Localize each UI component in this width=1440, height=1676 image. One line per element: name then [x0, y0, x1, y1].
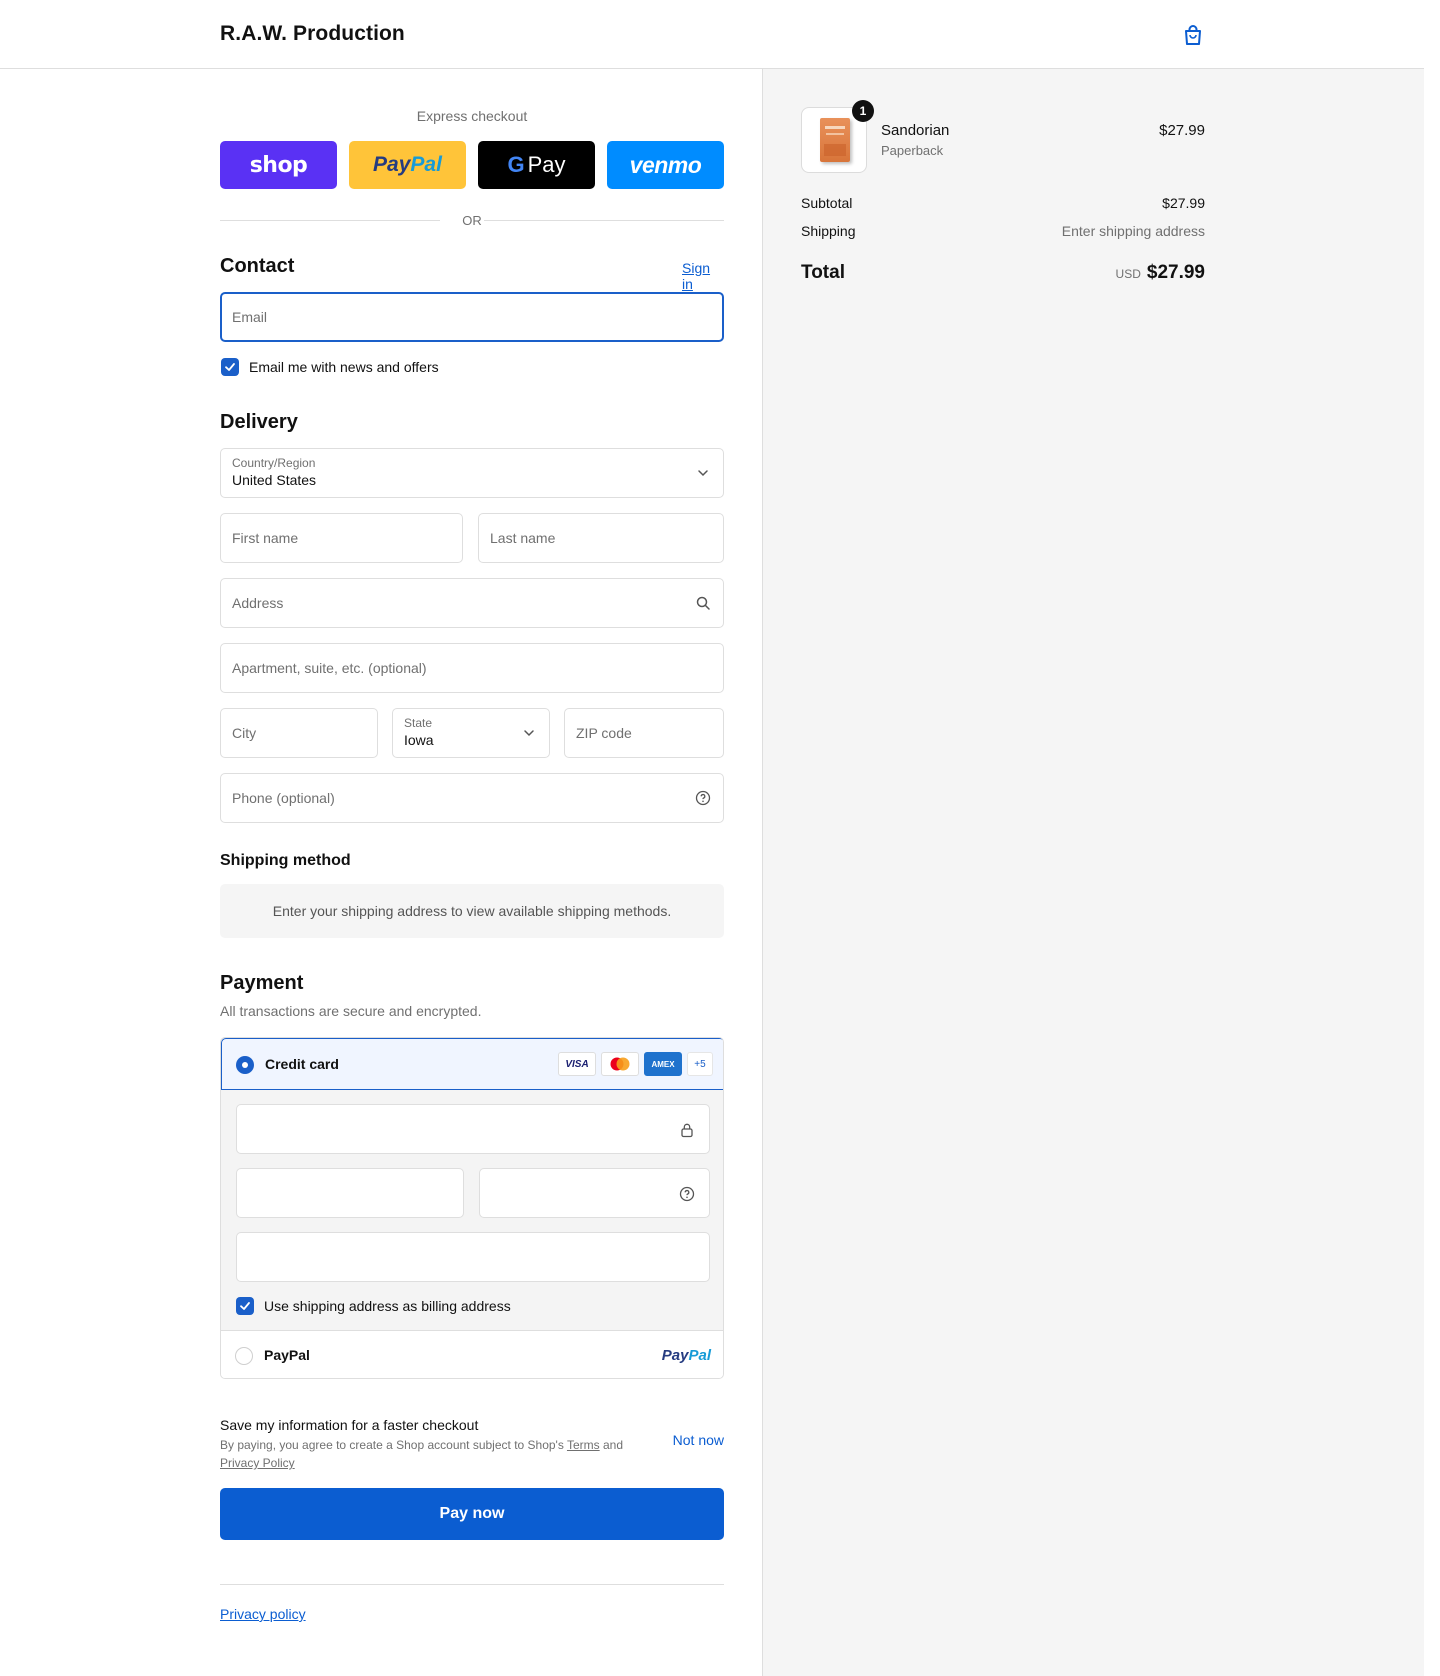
- paypal-express-button[interactable]: Pay Pal: [349, 141, 466, 189]
- credit-card-label: Credit card: [265, 1056, 339, 1072]
- country-value: United States: [232, 472, 317, 488]
- city-field[interactable]: City: [220, 708, 378, 758]
- zip-placeholder: ZIP code: [576, 725, 632, 741]
- paypal-option-label: PayPal: [264, 1347, 310, 1363]
- delivery-heading: Delivery: [220, 411, 298, 433]
- terms-link[interactable]: Terms: [567, 1438, 600, 1452]
- payment-methods: Credit card VISA AMEX +5 Use shipping ad…: [220, 1037, 724, 1379]
- product-variant: Paperback: [881, 143, 944, 158]
- chevron-down-icon: [698, 470, 708, 477]
- paypal-logo-b: Pal: [688, 1347, 711, 1364]
- country-select[interactable]: Country/Region United States: [220, 448, 724, 498]
- newsletter-label: Email me with news and offers: [249, 359, 439, 375]
- visa-icon: VISA: [558, 1052, 596, 1076]
- paypal-logo: PayPal: [662, 1347, 711, 1364]
- phone-placeholder: Phone (optional): [232, 790, 335, 806]
- help-icon[interactable]: [679, 1186, 695, 1202]
- shop-privacy-link[interactable]: Privacy Policy: [220, 1456, 295, 1470]
- search-icon: [696, 596, 710, 610]
- amex-icon: AMEX: [644, 1052, 682, 1076]
- express-checkout-label: Express checkout: [416, 108, 528, 124]
- city-placeholder: City: [232, 725, 257, 741]
- state-label: State: [404, 716, 433, 730]
- expiry-field[interactable]: [236, 1168, 464, 1218]
- newsletter-checkbox[interactable]: [221, 358, 239, 376]
- not-now-button[interactable]: Not now: [640, 1432, 724, 1448]
- shop-pay-label: shop: [249, 152, 308, 178]
- total-amount: $27.99: [1146, 262, 1205, 283]
- payment-heading: Payment: [220, 972, 304, 994]
- save-text-a: By paying, you agree to create a Shop ac…: [220, 1438, 567, 1452]
- shop-pay-button[interactable]: shop: [220, 141, 337, 189]
- sign-in-link[interactable]: Sign in: [682, 260, 724, 292]
- venmo-label: venmo: [629, 151, 702, 178]
- save-text-b: and: [599, 1438, 623, 1452]
- card-number-field[interactable]: [236, 1104, 710, 1154]
- product-thumbnail: 1: [801, 100, 874, 173]
- mastercard-icon: [601, 1052, 639, 1076]
- paypal-logo-a: Pay: [661, 1347, 689, 1364]
- total-value: USD $27.99: [963, 262, 1205, 284]
- save-info-terms: By paying, you agree to create a Shop ac…: [220, 1436, 630, 1472]
- venmo-button[interactable]: venmo: [607, 141, 724, 189]
- divider: [220, 1584, 724, 1585]
- contact-heading: Contact: [220, 255, 295, 277]
- book-cover-image: [820, 118, 850, 162]
- cart-bag-icon[interactable]: [1180, 22, 1206, 48]
- order-summary: 1 Sandorian Paperback $27.99 Subtotal $2…: [762, 69, 1424, 1676]
- credit-card-radio[interactable]: [236, 1056, 254, 1074]
- quantity-badge: 1: [852, 100, 874, 122]
- apartment-placeholder: Apartment, suite, etc. (optional): [232, 660, 427, 676]
- or-separator: OR: [462, 213, 482, 228]
- last-name-placeholder: Last name: [490, 530, 556, 546]
- email-placeholder: Email: [232, 309, 268, 325]
- email-field[interactable]: Email: [220, 292, 724, 342]
- google-g-icon: G: [507, 152, 525, 177]
- privacy-policy-link[interactable]: Privacy policy: [220, 1606, 306, 1622]
- paypal-radio[interactable]: [235, 1347, 253, 1365]
- paypal-option[interactable]: PayPal PayPal: [221, 1330, 723, 1378]
- google-pay-label: Pay: [527, 152, 566, 177]
- save-info-title: Save my information for a faster checkou…: [220, 1417, 479, 1433]
- google-pay-button[interactable]: G Pay: [478, 141, 595, 189]
- header: R.A.W. Production: [0, 0, 1424, 69]
- help-icon[interactable]: [695, 790, 711, 806]
- shipping-value: Enter shipping address: [1061, 223, 1205, 239]
- shipping-label: Shipping: [801, 223, 856, 239]
- first-name-placeholder: First name: [232, 530, 299, 546]
- zip-field[interactable]: ZIP code: [564, 708, 724, 758]
- shipping-method-heading: Shipping method: [220, 852, 351, 869]
- address-placeholder: Address: [232, 595, 284, 611]
- name-on-card-field[interactable]: [236, 1232, 710, 1282]
- paypal-label-a: Pay: [373, 153, 411, 176]
- chevron-down-icon: [524, 730, 534, 737]
- last-name-field[interactable]: Last name: [478, 513, 724, 563]
- total-label: Total: [801, 262, 845, 283]
- state-select[interactable]: State Iowa: [392, 708, 550, 758]
- pay-now-button[interactable]: Pay now: [220, 1488, 724, 1540]
- more-cards-badge: +5: [687, 1052, 713, 1076]
- country-label: Country/Region: [232, 456, 316, 470]
- apartment-field[interactable]: Apartment, suite, etc. (optional): [220, 643, 724, 693]
- shipping-method-notice: Enter your shipping address to view avai…: [220, 884, 724, 938]
- credit-card-option[interactable]: Credit card VISA AMEX +5: [221, 1038, 723, 1090]
- first-name-field[interactable]: First name: [220, 513, 463, 563]
- product-price: $27.99: [1159, 122, 1205, 139]
- billing-same-checkbox[interactable]: [236, 1297, 254, 1315]
- currency-code: USD: [1115, 267, 1141, 281]
- subtotal-value: $27.99: [1162, 195, 1205, 211]
- subtotal-label: Subtotal: [801, 195, 853, 211]
- store-brand[interactable]: R.A.W. Production: [220, 22, 405, 46]
- product-name: Sandorian: [881, 122, 950, 139]
- address-field[interactable]: Address: [220, 578, 724, 628]
- security-code-field[interactable]: [479, 1168, 710, 1218]
- billing-same-label: Use shipping address as billing address: [264, 1298, 511, 1314]
- payment-subtitle: All transactions are secure and encrypte…: [220, 1003, 482, 1019]
- phone-field[interactable]: Phone (optional): [220, 773, 724, 823]
- state-value: Iowa: [404, 732, 434, 748]
- paypal-label-b: Pal: [410, 153, 442, 176]
- lock-icon: [681, 1123, 693, 1138]
